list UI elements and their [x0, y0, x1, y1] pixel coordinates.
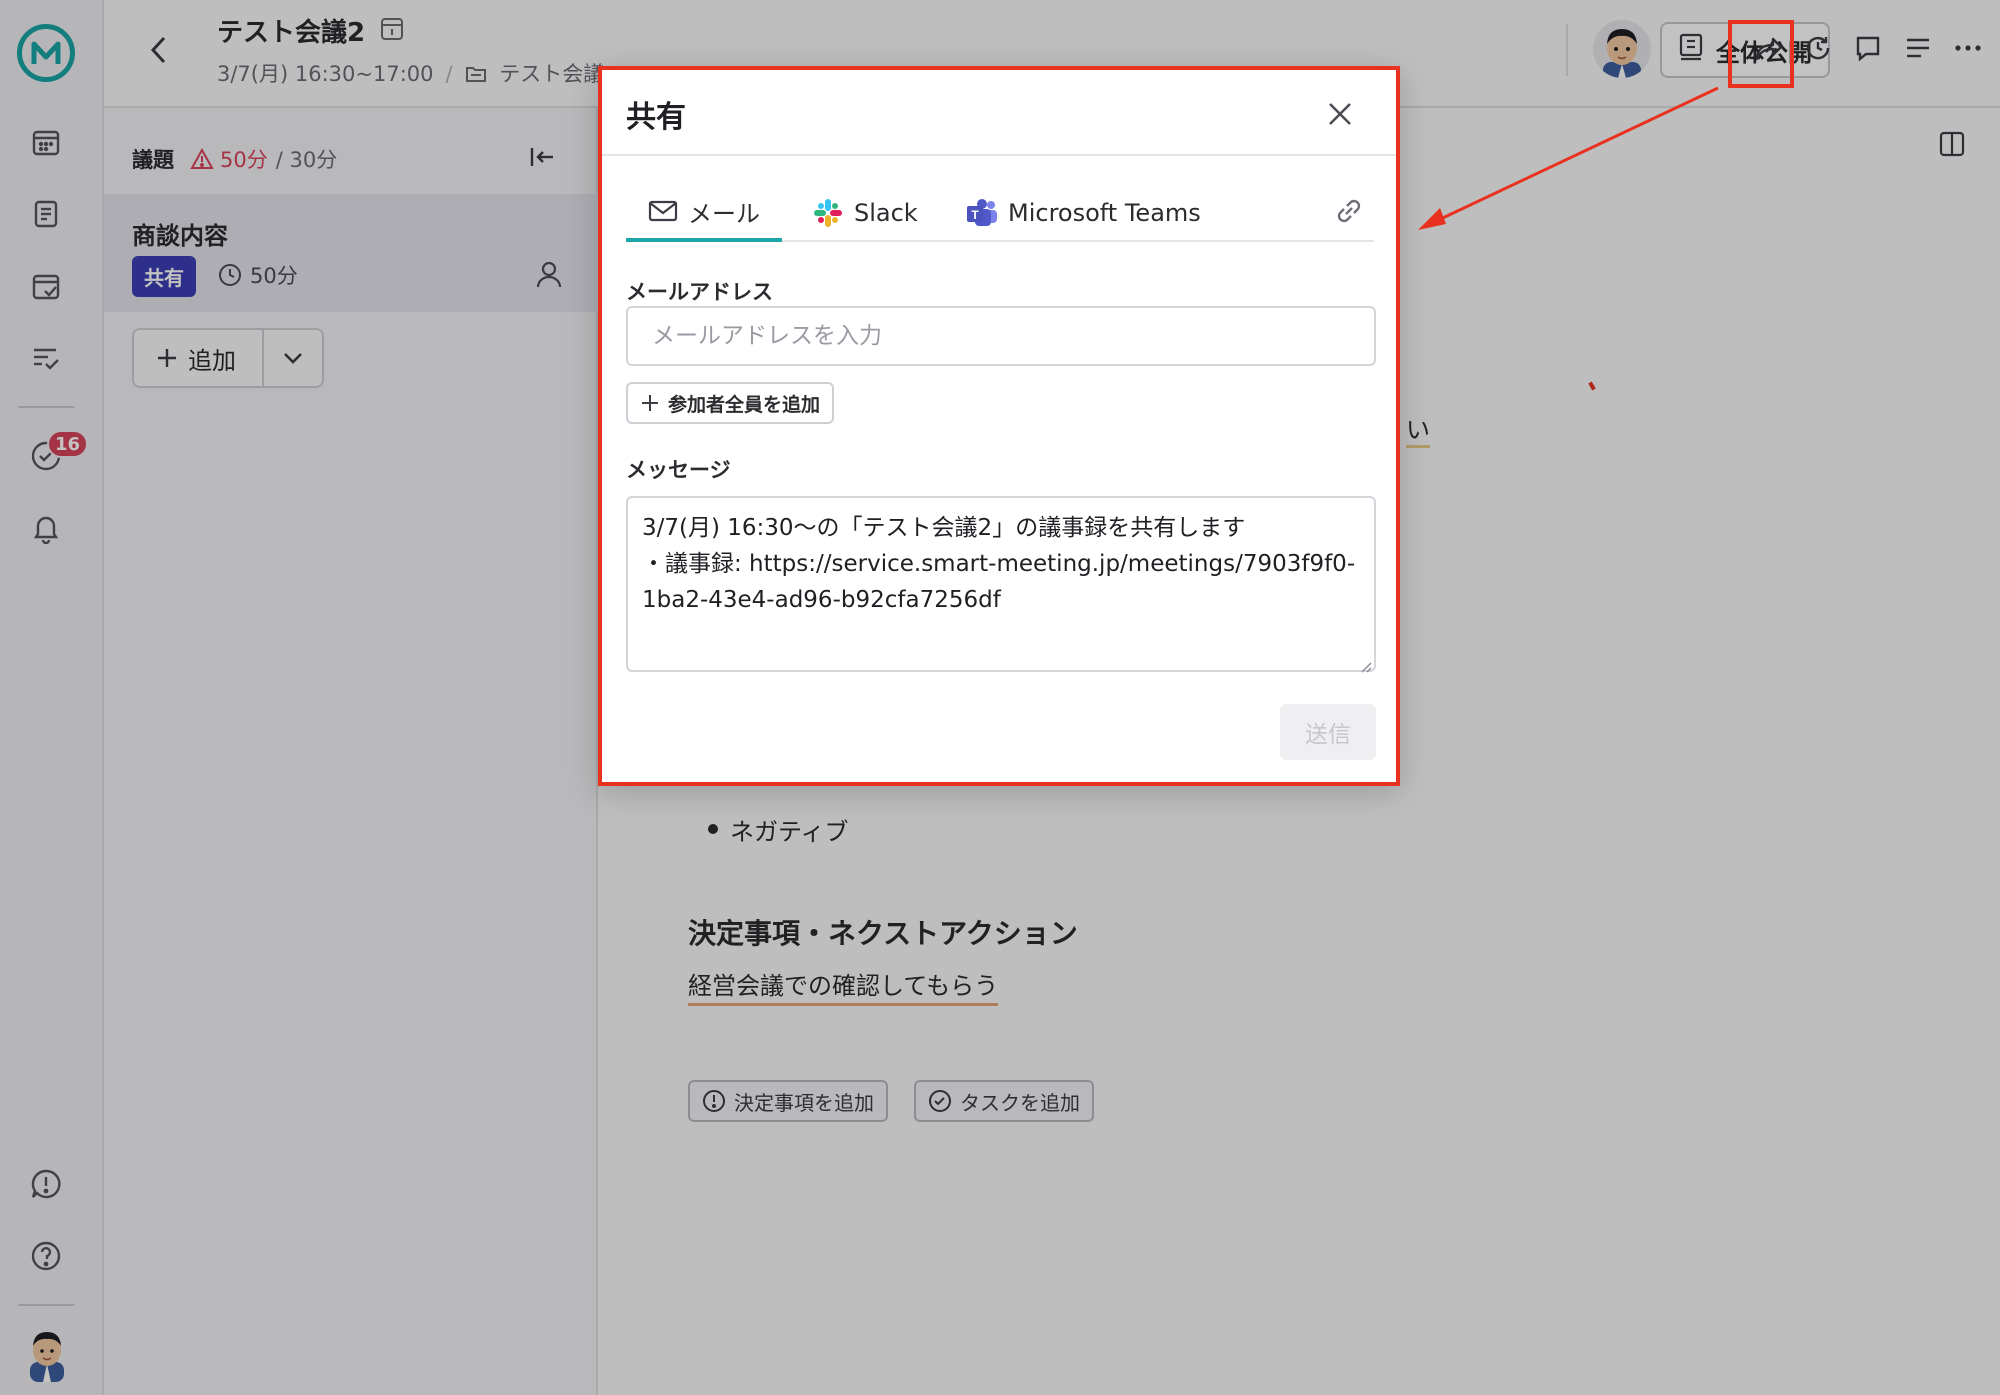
annotation-arrow — [1418, 86, 1719, 230]
